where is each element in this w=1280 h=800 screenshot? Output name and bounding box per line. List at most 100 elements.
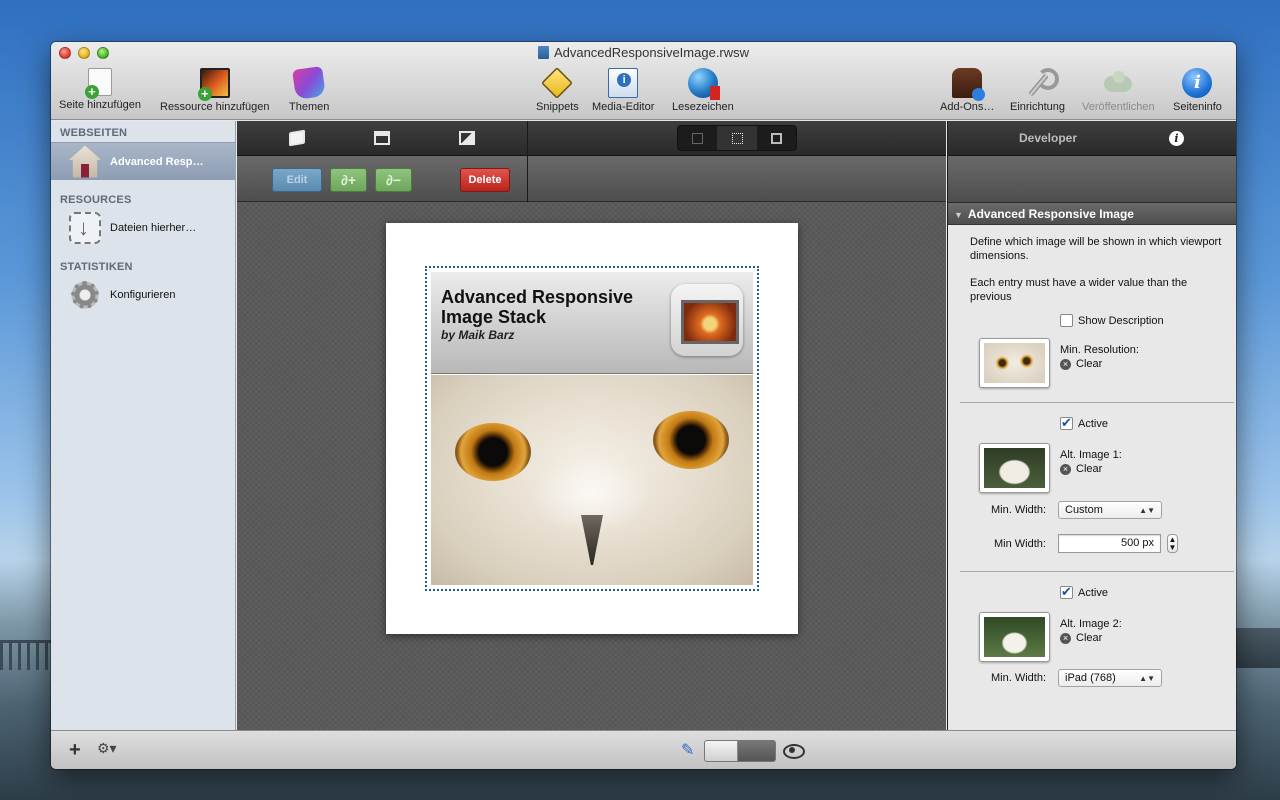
stack-logo-icon (671, 284, 743, 356)
active-checkbox-2[interactable] (1060, 584, 1073, 600)
min-width-input[interactable]: 500 px (1058, 534, 1161, 553)
show-description-label: Show Description (1078, 314, 1164, 327)
settings-gear-icon[interactable]: ⚙▾ (97, 740, 117, 757)
inspector-tab-developer[interactable]: Developer (948, 131, 1148, 145)
toggle-knob (705, 741, 738, 761)
addons-label: Add-Ons… (940, 101, 995, 113)
owl-left-eye (455, 423, 531, 481)
min-width-select-2[interactable]: iPad (768) ▲▼ (1058, 669, 1162, 687)
stack-author: by Maik Barz (441, 328, 515, 342)
sidebar-item-resources[interactable]: Dateien hierher… (51, 209, 235, 247)
inspector-section-title: Advanced Responsive Image (967, 207, 1134, 221)
add-resource-label: Ressource hinzufügen (160, 101, 270, 113)
select-arrows-icon: ▲▼ (1139, 673, 1155, 683)
add-page-button[interactable]: Seite hinzufügen (59, 68, 141, 111)
stack-title: Advanced Responsive Image Stack (441, 287, 634, 327)
inspector-section-header[interactable]: ▼ Advanced Responsive Image (948, 203, 1236, 225)
preview-eye-icon[interactable] (782, 740, 805, 760)
sidebar-item-statistics[interactable]: Konfigurieren (51, 276, 235, 314)
min-width-field-label: Min Width: (994, 537, 1046, 550)
page-preview: Advanced Responsive Image Stack by Maik … (386, 223, 798, 634)
edit-button[interactable]: Edit (272, 168, 322, 192)
app-window: AdvancedResponsiveImage.rwsw Seite hinzu… (51, 42, 1236, 769)
display-mode-toggle (677, 125, 797, 151)
clear-button-2[interactable]: × Clear (1060, 463, 1122, 475)
min-resolution-info: Min. Resolution: × Clear (1060, 344, 1139, 370)
snippets-label: Snippets (536, 101, 579, 113)
image-view-icon[interactable] (459, 131, 475, 145)
active-checkbox-1[interactable] (1060, 415, 1073, 431)
link-remove-icon: ∂− (385, 172, 402, 188)
inspector-toolbar-area (948, 156, 1236, 203)
add-resource-button[interactable]: Ressource hinzufügen (160, 68, 269, 113)
setup-button[interactable]: Einrichtung (1010, 68, 1065, 113)
delete-button[interactable]: Delete (460, 168, 510, 192)
setup-label: Einrichtung (1010, 101, 1066, 113)
publish-button[interactable]: Veröffentlichen (1082, 68, 1155, 113)
divider-2 (960, 571, 1234, 572)
house-icon (69, 145, 101, 178)
dotted-outline-icon (731, 132, 743, 144)
sidebar-item-page-label: Advanced Resp… (110, 155, 204, 168)
window-title-text: AdvancedResponsiveImage.rwsw (553, 45, 750, 60)
inspector-tabbar: Developer i (948, 121, 1236, 156)
toolbar: AdvancedResponsiveImage.rwsw Seite hinzu… (51, 42, 1236, 120)
page-info-label: Seiteninfo (1173, 101, 1222, 113)
show-description-checkbox[interactable] (1060, 314, 1073, 327)
alt-image-1-row: Alt. Image 1: × Clear (979, 443, 1224, 493)
show-description-row: Show Description (1060, 314, 1224, 327)
alt-image-2-info: Alt. Image 2: × Clear (1060, 618, 1122, 644)
snippets-button[interactable]: Snippets (536, 67, 579, 113)
sidebar-item-page[interactable]: Advanced Resp… (51, 142, 235, 180)
themes-button[interactable]: Themen (289, 66, 330, 113)
page-info-button[interactable]: i Seiteninfo (1173, 68, 1222, 113)
addons-button[interactable]: Add-Ons… (940, 68, 994, 113)
themes-icon (292, 66, 327, 100)
clear-button-1[interactable]: × Clear (1060, 358, 1139, 370)
stacks-view-icon[interactable] (289, 129, 305, 147)
view-switcher-bar (237, 121, 946, 156)
window-title: AdvancedResponsiveImage.rwsw (51, 45, 1236, 60)
addons-icon (952, 68, 986, 101)
bookmarks-label: Lesezeichen (672, 101, 734, 113)
desktop-background-structure (1234, 628, 1280, 668)
alt-image-1-thumbnail[interactable] (979, 443, 1050, 493)
clear-button-3[interactable]: × Clear (1060, 632, 1122, 644)
layout-view-icon[interactable] (374, 131, 390, 145)
add-page-plus-icon[interactable]: + (69, 739, 81, 762)
link-add-icon: ∂+ (340, 172, 357, 188)
inspector-info-icon[interactable]: i (1169, 131, 1184, 146)
themes-label: Themen (289, 101, 330, 113)
mode-no-outline-button[interactable] (678, 126, 718, 150)
stack-selection[interactable]: Advanced Responsive Image Stack by Maik … (425, 266, 759, 591)
snippets-icon (541, 67, 574, 99)
link-remove-button[interactable]: ∂− (375, 168, 412, 192)
min-resolution-thumbnail[interactable] (979, 338, 1050, 388)
info-icon: i (1182, 68, 1213, 98)
link-add-button[interactable]: ∂+ (330, 168, 367, 192)
min-width-stepper[interactable]: ▲ ▼ (1167, 534, 1178, 553)
bookmarks-button[interactable]: Lesezeichen (672, 68, 734, 113)
mode-dotted-outline-button[interactable] (717, 126, 758, 150)
inspector-description-2: Each entry must have a wider value than … (970, 277, 1188, 303)
sidebar: WEBSEITEN Advanced Resp… RESOURCES Datei… (51, 121, 236, 730)
inspector-body: Define which image will be shown in whic… (948, 235, 1236, 687)
download-icon (69, 212, 101, 244)
inspector-panel: Developer i ▼ Advanced Responsive Image D… (947, 121, 1236, 730)
min-width-select-1[interactable]: Custom ▲▼ (1058, 501, 1162, 519)
owl-right-eye (653, 411, 729, 469)
media-editor-button[interactable]: Media-Editor (592, 68, 654, 113)
edit-preview-toggle[interactable] (704, 740, 776, 762)
stack-action-bar: Edit ∂+ ∂− Delete (237, 156, 946, 202)
add-resource-icon (197, 68, 230, 101)
add-page-label: Seite hinzufügen (59, 99, 141, 111)
min-width-select-1-value: Custom (1065, 504, 1103, 516)
document-icon (537, 46, 549, 59)
clear-icon: × (1060, 463, 1071, 475)
clear-label-3: Clear (1076, 632, 1103, 644)
edit-mode-pencil-icon[interactable]: ✎ (681, 740, 694, 760)
owl-beak (581, 515, 603, 565)
mode-solid-outline-button[interactable] (757, 126, 796, 150)
alt-image-2-thumbnail[interactable] (979, 612, 1050, 662)
bottom-bar: + ⚙▾ ✎ (51, 730, 1236, 769)
